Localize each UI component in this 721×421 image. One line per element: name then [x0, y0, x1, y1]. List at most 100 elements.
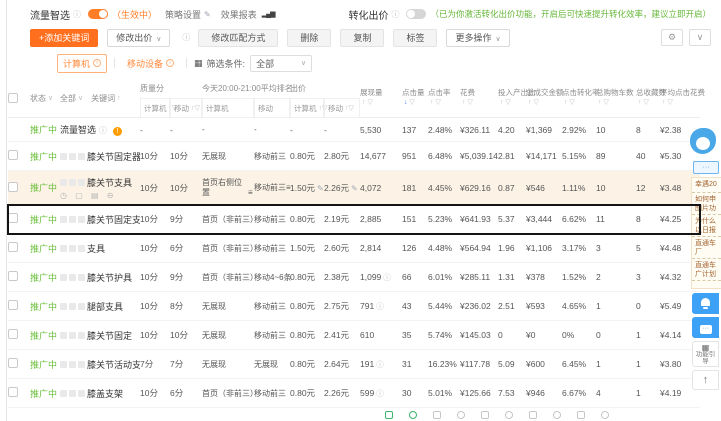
bid-pc-cell[interactable]: 0.80元: [290, 271, 324, 283]
keyword-link[interactable]: 膝关节固定: [87, 331, 132, 341]
row-checkbox[interactable]: [8, 271, 18, 281]
action-icon[interactable]: [60, 152, 67, 160]
row-checkbox[interactable]: [8, 387, 18, 397]
back-to-top-button[interactable]: ↑: [692, 370, 719, 390]
quality-pc-subheader[interactable]: 计算机 ↑▽: [140, 98, 177, 118]
trend-icon[interactable]: ≡: [248, 188, 253, 197]
bid-mobile-cell[interactable]: 2.64元: [324, 358, 360, 370]
bid-pc-cell[interactable]: 1.50元 ✎: [290, 182, 324, 194]
traffic-smart-toggle[interactable]: [88, 9, 108, 19]
delete-button[interactable]: 删除: [287, 28, 332, 47]
quality-mobile-subheader[interactable]: 移动 ↑▽: [170, 98, 202, 118]
row-checkbox[interactable]: [8, 150, 18, 160]
bid-pc-cell[interactable]: -: [290, 125, 324, 135]
bid-pc-cell[interactable]: 0.80元: [290, 358, 324, 370]
cost-header[interactable]: 花费 ↑ ▽: [460, 78, 498, 118]
keyword-link[interactable]: 膝关节固定器: [87, 152, 140, 162]
faq-item[interactable]: 直通车厂: [692, 237, 721, 259]
bid-pc-cell[interactable]: 0.80元: [290, 150, 324, 162]
action-icon[interactable]: [78, 360, 85, 368]
favs-header[interactable]: 总收藏数 ↑ ▽: [636, 78, 666, 118]
copy-button[interactable]: 复制: [340, 28, 385, 47]
carts-header[interactable]: 总购物车数 ↑ ▽: [596, 78, 636, 118]
action-icon[interactable]: [78, 331, 85, 339]
clicks-header[interactable]: 点击量 ↓ ▽: [402, 78, 428, 118]
row-checkbox[interactable]: [8, 358, 18, 368]
bid-mobile-subheader[interactable]: 移动 ↑▽: [324, 98, 360, 118]
action-icon[interactable]: [78, 302, 85, 310]
collapse-button[interactable]: ∨: [689, 29, 711, 46]
select-all-checkbox[interactable]: [8, 93, 18, 103]
toolbar-icon[interactable]: [385, 411, 393, 419]
cpc-header[interactable]: 平均点击花费 ↑ ▽: [660, 78, 705, 118]
more-actions-dropdown[interactable]: 更多操作 ∨: [446, 28, 510, 47]
chat-button[interactable]: ···: [692, 317, 719, 338]
row-checkbox[interactable]: [8, 213, 18, 223]
row-checkbox[interactable]: [8, 300, 18, 310]
bid-pc-cell[interactable]: 1.50元: [290, 242, 324, 254]
action-icon[interactable]: [78, 273, 85, 281]
toolbar-icon[interactable]: [409, 411, 417, 419]
keyword-link[interactable]: 膝关节支具: [87, 178, 132, 188]
tab-pc[interactable]: 计算机 i: [57, 53, 108, 73]
action-icon[interactable]: [78, 178, 85, 186]
convert-bid-toggle[interactable]: [406, 9, 427, 19]
action-icon[interactable]: [60, 389, 67, 397]
toolbar-icon[interactable]: [601, 411, 609, 419]
keyword-link[interactable]: 腿部支具: [87, 302, 123, 312]
action-icon[interactable]: [69, 244, 76, 252]
effect-report-link[interactable]: 效果报表: [221, 8, 257, 21]
faq-item[interactable]: 幸遇20: [692, 178, 721, 193]
action-icon[interactable]: [60, 244, 67, 252]
action-icon[interactable]: [69, 302, 76, 310]
keyword-link[interactable]: 膝关节护具: [87, 273, 132, 283]
ctr-header[interactable]: 点击率 ↑ ▽: [428, 78, 460, 118]
keyword-link[interactable]: 膝关节固定支具: [87, 215, 140, 225]
keyword-link[interactable]: 膝盖支架: [87, 389, 123, 399]
edit-icon[interactable]: ✎: [317, 184, 324, 193]
settings-button[interactable]: ⚙: [661, 29, 683, 46]
action-icon[interactable]: [69, 152, 76, 160]
notification-bell-button[interactable]: [692, 293, 719, 314]
action-icon[interactable]: [60, 178, 67, 186]
keyword-hover-icons[interactable]: ◷ ▢ ▤ ⊖: [60, 191, 140, 200]
feature-guide-button[interactable]: ▦ 功能引导: [692, 341, 719, 367]
action-icon[interactable]: [78, 215, 85, 223]
action-icon[interactable]: [69, 389, 76, 397]
toolbar-icon[interactable]: [481, 411, 489, 419]
add-keyword-button[interactable]: +添加关键词: [30, 28, 99, 47]
bid-pc-cell[interactable]: 0.80元: [290, 329, 324, 341]
bid-mobile-cell[interactable]: 2.60元: [324, 242, 360, 254]
bid-mobile-cell[interactable]: 2.75元: [324, 300, 360, 312]
action-icon[interactable]: [69, 215, 76, 223]
edit-icon[interactable]: ✎: [351, 184, 358, 193]
action-icon[interactable]: [60, 273, 67, 281]
keyword-link[interactable]: 支具: [87, 244, 105, 254]
action-icon[interactable]: [69, 360, 76, 368]
assistant-mascot-icon[interactable]: [690, 128, 718, 158]
modify-match-button[interactable]: 修改匹配方式: [198, 28, 279, 47]
bid-mobile-cell[interactable]: 2.26元: [324, 387, 360, 399]
toolbar-icon[interactable]: [553, 411, 561, 419]
roi-header[interactable]: 投入产出比 ↑ ▽: [498, 78, 536, 118]
action-icon[interactable]: [60, 215, 67, 223]
toolbar-icon[interactable]: [529, 411, 537, 419]
assistant-chip[interactable]: ···: [693, 161, 719, 174]
tag-button[interactable]: 标签: [393, 28, 438, 47]
action-icon[interactable]: [78, 389, 85, 397]
action-icon[interactable]: [60, 360, 67, 368]
tab-mobile[interactable]: 移动设备 i: [122, 55, 179, 72]
row-checkbox[interactable]: [8, 329, 18, 339]
bid-pc-cell[interactable]: 0.80元: [290, 213, 324, 225]
keyword-header[interactable]: 全部 ∨ 关键词 ↑: [60, 78, 140, 118]
bid-mobile-cell[interactable]: 2.80元: [324, 150, 360, 162]
filter-select[interactable]: 全部 ∨: [250, 54, 313, 72]
row-checkbox[interactable]: [8, 181, 18, 192]
status-header[interactable]: 状态 ∨: [30, 78, 60, 118]
bid-pc-cell[interactable]: 0.80元: [290, 387, 324, 399]
toolbar-icon[interactable]: [433, 411, 441, 419]
bid-mobile-cell[interactable]: 2.19元: [324, 213, 360, 225]
toolbar-icon[interactable]: [505, 411, 513, 419]
bid-mobile-cell[interactable]: 2.38元: [324, 271, 360, 283]
action-icon[interactable]: [69, 178, 76, 186]
